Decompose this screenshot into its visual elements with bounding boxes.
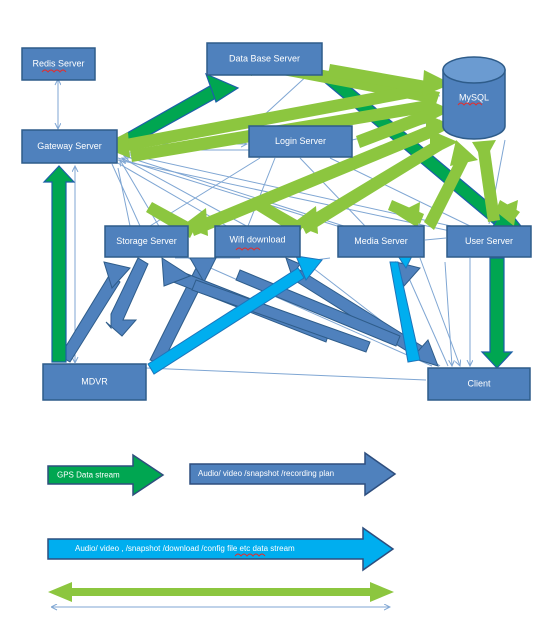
node-mysql-label: MySQL xyxy=(459,92,489,102)
link-storage-gw2 xyxy=(117,167,131,227)
node-wifi-label: Wifi download xyxy=(229,234,285,244)
node-redis[interactable]: Redis Server xyxy=(21,47,96,81)
legend-bidir-green-arrow xyxy=(48,582,394,602)
node-database[interactable]: Data Base Server xyxy=(206,42,323,76)
node-wifi[interactable]: Wifi download xyxy=(214,225,301,258)
node-user[interactable]: User Server xyxy=(446,225,532,258)
node-database-label: Data Base Server xyxy=(229,53,300,63)
node-gateway-label: Gateway Server xyxy=(37,141,102,151)
node-mdvr[interactable]: MDVR xyxy=(42,363,147,401)
node-user-label: User Server xyxy=(465,236,513,246)
legend: GPS Data stream Audio/ video /snapshot /… xyxy=(47,451,397,607)
node-media[interactable]: Media Server xyxy=(337,225,425,258)
legend-avplan-label: Audio/ video /snapshot /recording plan xyxy=(198,469,334,478)
legend-item-bidirectional xyxy=(48,582,394,607)
legend-item-av-plan: Audio/ video /snapshot /recording plan xyxy=(189,451,397,497)
node-mdvr-label: MDVR xyxy=(81,376,108,386)
node-redis-label: Redis Server xyxy=(32,58,84,68)
node-storage[interactable]: Storage Server xyxy=(104,225,189,258)
legend-datastream-label: Audio/ video , /snapshot /download /conf… xyxy=(75,544,295,553)
node-login[interactable]: Login Server xyxy=(248,125,353,158)
node-gateway[interactable]: Gateway Server xyxy=(21,129,118,164)
node-client[interactable]: Client xyxy=(427,367,531,401)
node-mysql[interactable]: MySQL xyxy=(442,56,506,140)
link-user-client2 xyxy=(444,261,452,366)
architecture-diagram: Redis Server Data Base Server MySQL Gate… xyxy=(21,42,532,637)
legend-gps-label: GPS Data stream xyxy=(57,471,120,480)
legend-item-data-stream: Audio/ video , /snapshot /download /conf… xyxy=(47,526,395,572)
node-client-label: Client xyxy=(467,378,491,388)
node-media-label: Media Server xyxy=(354,236,408,246)
link-media-user xyxy=(424,237,447,241)
diagram-canvas: Redis Server Data Base Server MySQL Gate… xyxy=(0,0,541,637)
node-login-label: Login Server xyxy=(275,136,326,146)
arrow-mdvr-gateway-gps xyxy=(42,165,76,363)
node-storage-label: Storage Server xyxy=(116,236,177,246)
legend-item-gps: GPS Data stream xyxy=(47,453,165,497)
node-mysql-top xyxy=(442,56,506,84)
arrow-user-client-gps xyxy=(480,257,514,369)
link-mdvr-client xyxy=(145,367,427,381)
